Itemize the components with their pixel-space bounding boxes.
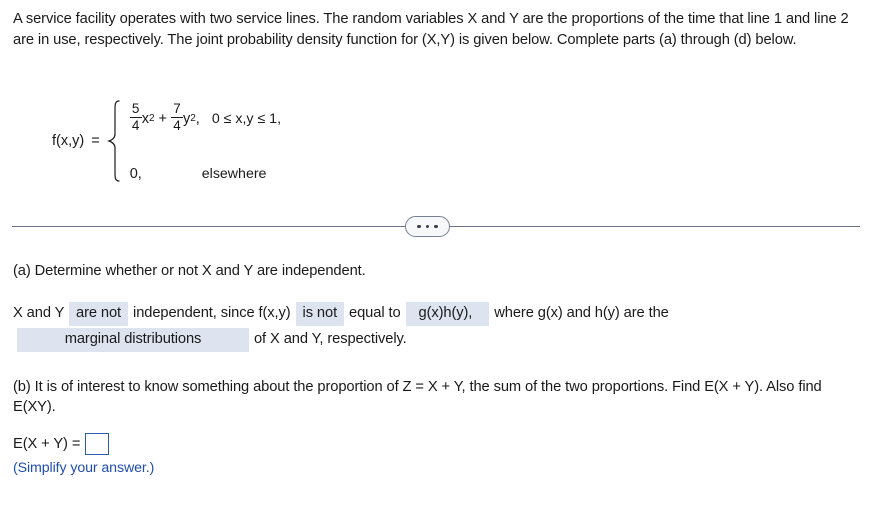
dropdown-marginal-distributions[interactable]: marginal distributions — [17, 328, 249, 352]
expected-value-input[interactable] — [85, 433, 110, 455]
ellipsis-dot-icon — [425, 224, 430, 229]
part-a-answer-sentence: X and Y are not independent, since f(x,y… — [13, 300, 863, 352]
fraction-five-fourths: 5 4 — [129, 101, 142, 134]
case-row-1: 5 4 x2 + 7 4 y2, 0 ≤ x,y ≤ 1, — [129, 101, 282, 134]
answer-text-1: independent, since f(x,y) — [133, 305, 291, 321]
problem-statement: A service facility operates with two ser… — [13, 11, 849, 48]
answer-text-2: equal to — [349, 305, 401, 321]
more-options-ellipsis-button[interactable] — [405, 216, 450, 237]
fraction-denominator: 4 — [131, 118, 140, 134]
dropdown-are-not[interactable]: are not — [69, 302, 129, 326]
fraction-denominator: 4 — [173, 118, 181, 134]
fraction-numerator: 7 — [173, 101, 181, 116]
case-2-condition: elsewhere — [201, 166, 267, 182]
case-1-comma: , — [195, 110, 200, 127]
section-divider — [12, 215, 860, 239]
case-row-2: 0, elsewhere — [130, 166, 281, 182]
plus-operator: + — [158, 110, 167, 127]
part-b-answer-row: E(X + Y) = — [13, 433, 110, 455]
variable-y: y — [182, 110, 191, 127]
problem-page: A service facility operates with two ser… — [0, 0, 872, 511]
equals-sign: = — [91, 133, 100, 149]
part-a-question: (a) Determine whether or not X and Y are… — [13, 263, 366, 279]
cases-list: 5 4 x2 + 7 4 y2, 0 ≤ x,y ≤ 1, 0, elsewhe… — [129, 100, 282, 182]
dropdown-gxhy[interactable]: g(x)h(y), — [405, 302, 490, 326]
answer-text-4: of X and Y, respectively. — [253, 331, 407, 347]
simplify-answer-note: (Simplify your answer.) — [13, 460, 155, 476]
curly-brace-icon — [106, 100, 122, 182]
answer-text-3: where g(x) and h(y) are the — [494, 305, 669, 321]
case-1-condition: 0 ≤ x,y ≤ 1, — [211, 110, 282, 127]
ellipsis-dot-icon — [417, 224, 421, 229]
ellipsis-dot-icon — [434, 224, 438, 229]
dropdown-is-not[interactable]: is not — [295, 302, 345, 326]
expected-value-label: E(X + Y) = — [13, 436, 81, 452]
answer-prefix-text: X and Y — [13, 305, 65, 321]
case-2-value: 0, — [129, 166, 142, 182]
fraction-seven-fourths: 7 4 — [170, 101, 183, 134]
case-1-expression: 5 4 x2 + 7 4 y2, — [129, 101, 200, 134]
variable-x: x — [141, 110, 149, 127]
fraction-numerator: 5 — [131, 101, 140, 116]
part-b-question: (b) It is of interest to know something … — [13, 379, 822, 415]
function-label: f(x,y) — [52, 133, 85, 149]
joint-pdf-formula: f(x,y) = 5 4 x2 + 7 4 y 2 , 0 ≤ x,y ≤ 1,… — [52, 100, 281, 182]
